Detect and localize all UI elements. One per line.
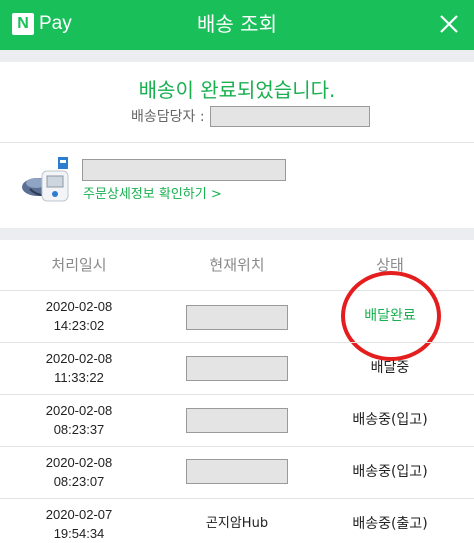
close-icon[interactable]: [438, 13, 460, 35]
row-time: 14:23:02: [53, 318, 105, 333]
section-divider: [0, 50, 474, 62]
row-time: 08:23:07: [53, 474, 105, 489]
row-status: 배송중(출고): [352, 516, 428, 532]
row-status: 배송중(입고): [352, 412, 428, 428]
row-date: 2020-02-08: [45, 351, 113, 366]
divider: [0, 142, 474, 143]
row-status: 배달중: [370, 360, 410, 376]
row-time: 11:33:22: [54, 370, 104, 385]
table-divider: [0, 446, 474, 447]
row-status: 배송중(입고): [352, 464, 428, 480]
row-date: 2020-02-08: [45, 299, 113, 314]
blood-pressure-monitor-image[interactable]: [20, 153, 74, 205]
section-divider: [0, 228, 474, 240]
row-time: 08:23:37: [53, 422, 105, 437]
order-detail-link[interactable]: 주문상세정보 확인하기 >: [83, 186, 222, 204]
highlight-circle: [341, 271, 441, 361]
location-redacted: [186, 408, 288, 433]
table-divider: [0, 498, 474, 499]
delivery-status-message: 배송이 완료되었습니다.: [138, 78, 336, 102]
row-date: 2020-02-08: [45, 455, 113, 470]
row-location: 곤지암Hub: [205, 516, 269, 531]
location-redacted: [186, 356, 288, 381]
app-header: N Pay 배송 조회: [0, 0, 474, 50]
location-redacted: [186, 459, 288, 484]
row-time: 19:54:34: [53, 526, 105, 541]
table-divider: [0, 342, 474, 343]
table-divider: [0, 394, 474, 395]
page-title: 배송 조회: [197, 12, 277, 36]
column-header-location: 현재위치: [209, 256, 265, 274]
product-name-redacted: [82, 159, 286, 181]
row-date: 2020-02-08: [45, 403, 113, 418]
column-header-datetime: 처리일시: [51, 256, 107, 274]
courier-name-redacted: [210, 106, 370, 127]
courier-label: 배송담당자 :: [131, 109, 205, 125]
row-date: 2020-02-07: [45, 507, 113, 522]
location-redacted: [186, 305, 288, 330]
